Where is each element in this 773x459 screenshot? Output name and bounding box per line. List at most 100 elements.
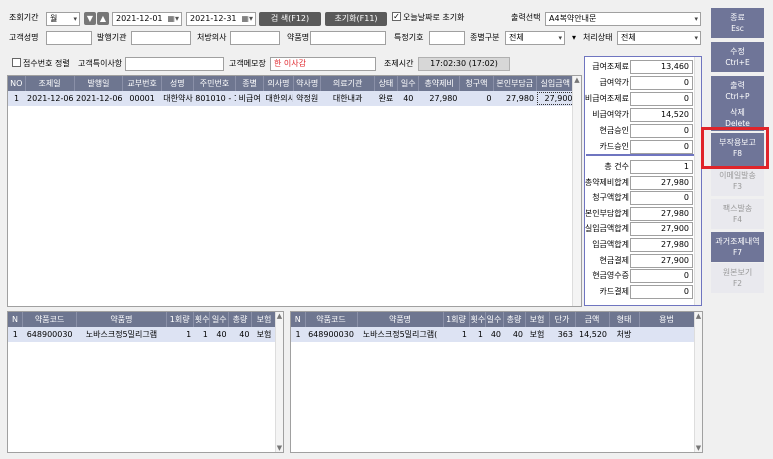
- drug-table-right-column-header[interactable]: 용법: [639, 312, 695, 327]
- drug-table-left-column-header[interactable]: 약품코드: [22, 312, 78, 327]
- prescription-table-column-header[interactable]: 교부번호: [122, 76, 162, 91]
- prescription-table-column-header[interactable]: 실입금액: [536, 76, 576, 91]
- prescription-table-column-header[interactable]: 의료기관: [320, 76, 375, 91]
- search-button[interactable]: 검 색(F12): [259, 12, 321, 26]
- fax-send-button[interactable]: 팩스발송 F4: [711, 199, 764, 229]
- prescription-table-cell: 2021-12-06: [74, 91, 123, 106]
- reset-button[interactable]: 초기화(F11): [325, 12, 387, 26]
- output-select[interactable]: A4복약안내문 ▾: [545, 12, 701, 26]
- period-unit-select[interactable]: 월 ▾: [46, 12, 80, 26]
- prescription-table-scrollbar[interactable]: ▲: [572, 76, 581, 306]
- prescription-table-column-header[interactable]: 조제일: [25, 76, 75, 91]
- issuer-field[interactable]: [131, 31, 191, 45]
- drug-table-right-column-header[interactable]: 단가: [549, 312, 576, 327]
- drug-table-right-column-header[interactable]: 금액: [575, 312, 610, 327]
- drug-table-left-cell: 1: [8, 327, 23, 342]
- edit-button-label: 수정: [730, 47, 745, 56]
- prescription-table-column-header[interactable]: 총약제비: [418, 76, 460, 91]
- drug-table-right-row[interactable]: 1 648900030 노바스크정5밀리그램(1 1 40 40 보험 363 14,520 처방: [291, 327, 694, 342]
- edit-button[interactable]: 수정 Ctrl+E: [711, 42, 764, 72]
- prescription-table-column-header[interactable]: 의사명: [263, 76, 294, 91]
- drug-table-left-column-header[interactable]: 보험: [251, 312, 278, 327]
- receipt-sort-checkbox[interactable]: 접수번호 정렬: [12, 58, 70, 70]
- drug-name-field[interactable]: [310, 31, 386, 45]
- exit-button[interactable]: 종료 Esc: [711, 8, 764, 38]
- drug-table-right-column-header[interactable]: N: [291, 312, 306, 327]
- summary-scrollbar[interactable]: [694, 57, 701, 305]
- special-code-field[interactable]: [429, 31, 465, 45]
- exit-button-shortcut: Esc: [731, 24, 744, 33]
- drug-table-left-column-header[interactable]: 횟수: [193, 312, 211, 327]
- drug-table-left-column-header[interactable]: 총량: [228, 312, 252, 327]
- summary-value: 0: [630, 140, 693, 154]
- arrow-down-icon[interactable]: ▼: [84, 12, 96, 25]
- original-view-button-label: 원본보기: [722, 268, 753, 277]
- prescription-table-column-header[interactable]: 약사명: [293, 76, 322, 91]
- drug-table-right-column-header[interactable]: 1회량: [443, 312, 470, 327]
- calendar-icon[interactable]: ▦▾: [241, 13, 253, 25]
- customer-note-field[interactable]: [125, 57, 224, 71]
- prescription-table-column-header[interactable]: 주민번호: [193, 76, 237, 91]
- summary-value: 27,980: [630, 206, 693, 221]
- drug-table-right-column-header[interactable]: 약품명: [357, 312, 444, 327]
- prescription-table-cell: 대한내과: [320, 91, 375, 106]
- prescription-table-column-header[interactable]: 상태: [374, 76, 399, 91]
- status-value: 전체: [621, 33, 636, 42]
- prescription-table-column-header[interactable]: NO: [8, 76, 26, 91]
- status-select[interactable]: 전체 ▾: [617, 31, 701, 45]
- scroll-up-icon[interactable]: ▲: [276, 312, 283, 320]
- original-view-button[interactable]: 원본보기 F2: [711, 263, 764, 293]
- drug-table-right-column-header[interactable]: 보험: [525, 312, 550, 327]
- summary-value: 27,980: [630, 175, 693, 190]
- drug-table-right-column-header[interactable]: 횟수: [469, 312, 486, 327]
- chevron-down-icon: ▾: [694, 34, 698, 42]
- summary-row: 카드결제 0: [586, 284, 700, 299]
- customer-note-label: 고객특이사항: [78, 59, 123, 68]
- doctor-field[interactable]: [230, 31, 280, 45]
- prescription-table-cell: 약정원: [293, 91, 321, 106]
- arrow-up-icon[interactable]: ▲: [97, 12, 109, 25]
- past-dispense-button[interactable]: 과거조제내역 F7: [711, 232, 764, 262]
- prescription-table-column-header[interactable]: 성명: [161, 76, 194, 91]
- prescription-table-column-header[interactable]: 종별: [235, 76, 264, 91]
- scroll-down-icon[interactable]: ▼: [695, 444, 702, 452]
- drug-table-left-column-header[interactable]: 1회량: [166, 312, 194, 327]
- prescription-table-column-header[interactable]: 본인부담금: [493, 76, 537, 91]
- customer-memo-field[interactable]: 한 이사감: [270, 57, 376, 71]
- date-to-value: 2021-12-31: [190, 14, 237, 23]
- drug-table-right-column-header[interactable]: 형태: [609, 312, 640, 327]
- prescription-table-column-header[interactable]: 발행일: [74, 76, 124, 91]
- patient-name-field[interactable]: [46, 31, 92, 45]
- drug-table-right-column-header[interactable]: 약품코드: [305, 312, 358, 327]
- scroll-up-icon[interactable]: ▲: [695, 312, 702, 320]
- email-send-button[interactable]: 이메일발송 F3: [711, 166, 764, 196]
- drug-table-left-scrollbar[interactable]: ▲ ▼: [275, 312, 283, 452]
- summary-value: 27,900: [630, 222, 693, 237]
- drug-table-right-column-header[interactable]: 총량: [503, 312, 526, 327]
- prescription-table-column-header[interactable]: 일수: [397, 76, 420, 91]
- drug-table-left-row[interactable]: 1 648900030 노바스크정5밀리그램 1 1 40 40 보험: [8, 327, 277, 342]
- drug-table-left-column-header[interactable]: 약품명: [76, 312, 167, 327]
- drug-table-right-scrollbar[interactable]: ▲ ▼: [694, 312, 702, 452]
- summary-row: 카드승인 0: [586, 140, 700, 154]
- summary-row: 현금결제 27,900: [586, 253, 700, 268]
- category-select[interactable]: 전체 ▾: [505, 31, 565, 45]
- drug-table-left-column-header[interactable]: N: [8, 312, 24, 327]
- scroll-down-icon[interactable]: ▼: [276, 444, 283, 452]
- drug-table-left-cell: 보험: [251, 327, 277, 342]
- calendar-icon[interactable]: ▦▾: [167, 13, 179, 25]
- print-button[interactable]: 출력 Ctrl+P: [711, 76, 764, 106]
- prescription-table-panel: NO 조제일 발행일 교부번호 성명 주민번호 종별 의사명 약사명 의료기관 상태 일수 총약제비 청구…: [7, 75, 582, 307]
- drug-table-right-cell: 처방: [609, 327, 639, 342]
- date-to-field[interactable]: 2021-12-31 ▦▾: [186, 12, 256, 26]
- date-from-field[interactable]: 2021-12-01 ▦▾: [112, 12, 182, 26]
- status-label: ▾: [572, 32, 576, 44]
- prescription-table-row[interactable]: 1 2021-12-06 2021-12-06 00001 대한약사 801010 - 1…: [8, 91, 575, 106]
- prescription-table-column-header[interactable]: 청구액: [459, 76, 494, 91]
- scroll-up-icon[interactable]: ▲: [573, 76, 581, 84]
- prescription-table-cell: 2021-12-06: [25, 91, 74, 106]
- drug-table-left-column-header[interactable]: 일수: [209, 312, 230, 327]
- drug-table-right-column-header[interactable]: 일수: [485, 312, 504, 327]
- highlight-box: [701, 127, 769, 169]
- today-reset-checkbox[interactable]: ✓ 오늘날짜로 초기화: [392, 12, 464, 24]
